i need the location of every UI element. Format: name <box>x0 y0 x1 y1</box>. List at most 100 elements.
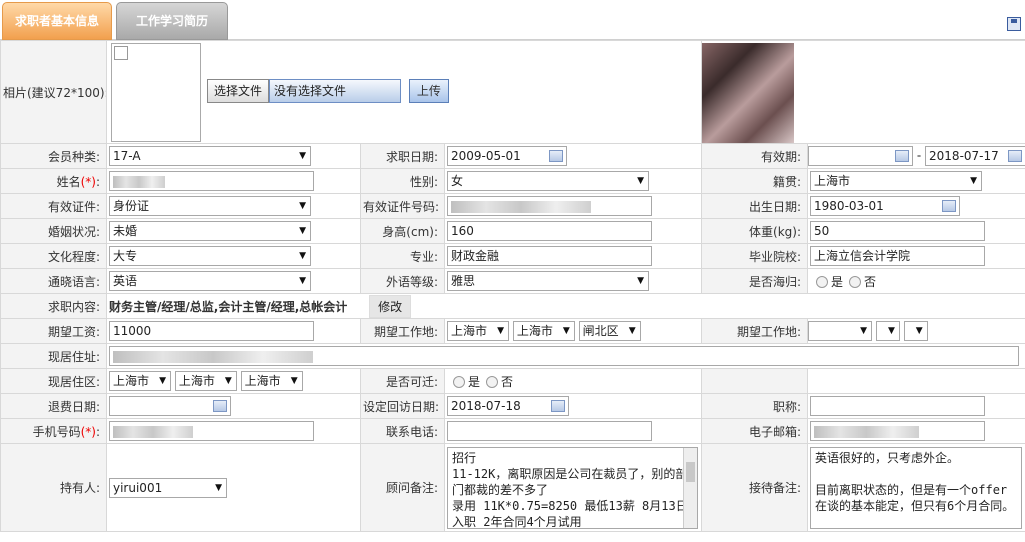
callback-date-input[interactable]: 2018-07-18 <box>447 396 569 416</box>
work-city-select[interactable]: 上海市 ▼ <box>512 321 575 341</box>
work-place1-label: 期望工作地: <box>360 318 445 344</box>
id-no-input[interactable] <box>447 196 652 216</box>
job-date-input[interactable]: 2009-05-01 <box>447 146 567 166</box>
reception-note-line <box>815 466 1017 482</box>
callback-date-value: 2018-07-18 <box>451 399 521 413</box>
calendar-icon[interactable] <box>551 400 565 412</box>
valid-start-input[interactable] <box>808 146 914 166</box>
reception-note-textarea[interactable]: 英语很好的，只考虑外企。目前离职状态的，但是有一个offer在谈的基本能定，但只… <box>810 446 1023 529</box>
chevron-down-icon: ▼ <box>290 376 298 386</box>
id-type-select[interactable]: 身份证 ▼ <box>109 196 311 216</box>
address-input[interactable] <box>109 346 1019 366</box>
native-label: 籍贯: <box>701 168 809 194</box>
candidate-form: 相片(建议72*100): 选择文件 没有选择文件 上传 会员种类: 17-A ▼ … <box>0 40 1025 532</box>
relocate-yes-radio[interactable] <box>453 376 465 388</box>
salary-input[interactable]: 11000 <box>109 321 314 341</box>
title-input[interactable] <box>810 396 986 416</box>
photo-cell: 选择文件 没有选择文件 上传 <box>105 40 703 144</box>
native-value: 上海市 <box>814 174 851 188</box>
id-no-label: 有效证件号码: <box>360 193 445 219</box>
calendar-icon[interactable] <box>1008 150 1023 162</box>
valid-end-value: 2018-07-17 <box>929 149 999 163</box>
holder-select[interactable]: yirui001 ▼ <box>109 477 227 498</box>
photo-preview <box>111 43 201 142</box>
reception-note-line: 英语很好的，只考虑外企。 <box>815 450 960 465</box>
valid-end-input[interactable]: 2018-07-17 <box>925 146 1025 166</box>
title-label: 职称: <box>701 393 809 419</box>
photo-label: 相片(建议72*100): <box>0 40 107 144</box>
advisor-note-textarea[interactable]: 招行 11-12K，离职原因是公司在裁员了，别的部门都裁的差不多了 录用 11K*0… <box>447 446 698 529</box>
live-city-select[interactable]: 上海市 ▼ <box>174 371 237 391</box>
live-district-select[interactable]: 上海市 ▼ <box>240 371 303 391</box>
lang-level-select[interactable]: 雅思 ▼ <box>447 271 649 291</box>
weight-input[interactable]: 50 <box>810 221 986 241</box>
email-input[interactable] <box>810 421 986 441</box>
reception-note-line: 目前离职状态的，但是有一个offer在谈的基本能定，但只有6个月合同。 <box>815 482 1015 513</box>
chevron-down-icon: ▼ <box>637 176 644 186</box>
marital-value: 未婚 <box>113 224 138 238</box>
language-select[interactable]: 英语 ▼ <box>109 271 311 291</box>
job-date-label: 求职日期: <box>360 143 445 169</box>
current-photo-cell <box>701 40 1025 144</box>
calendar-icon[interactable] <box>549 150 563 162</box>
advisor-note-line: 录用 11K*0.75=8250 最低13薪 8月13日入职 2年合同4个月试用 <box>452 498 688 529</box>
school-input[interactable]: 上海立信会计学院 <box>810 246 986 266</box>
work2-province-select[interactable]: ▼ <box>808 321 873 341</box>
choose-file-button[interactable]: 选择文件 <box>207 79 270 103</box>
redacted-email <box>814 425 920 438</box>
relocate-no-radio[interactable] <box>486 376 499 388</box>
name-input[interactable] <box>109 171 314 191</box>
callback-date-label: 设定回访日期: <box>360 393 445 419</box>
birth-input[interactable]: 1980-03-01 <box>810 196 961 216</box>
height-input[interactable]: 160 <box>447 221 652 241</box>
upload-button[interactable]: 上传 <box>408 79 449 103</box>
major-input[interactable]: 财政金融 <box>447 246 652 266</box>
gender-select[interactable]: 女 ▼ <box>447 171 649 191</box>
save-icon[interactable] <box>1007 17 1021 31</box>
member-type-label: 会员种类: <box>0 143 107 169</box>
phone-label: 联系电话: <box>360 418 445 444</box>
marital-select[interactable]: 未婚 ▼ <box>109 221 311 241</box>
live-area-label: 现居住区: <box>0 368 107 394</box>
overseas-no-label: 否 <box>864 274 877 289</box>
scrollbar[interactable] <box>683 447 697 528</box>
birth-value: 1980-03-01 <box>814 199 884 213</box>
marital-label: 婚姻状况: <box>0 218 107 244</box>
calendar-icon[interactable] <box>942 200 957 212</box>
chevron-down-icon: ▼ <box>299 226 306 236</box>
tab-basic-info[interactable]: 求职者基本信息 <box>2 2 112 40</box>
address-label: 现居住址: <box>0 343 107 369</box>
member-type-select[interactable]: 17-A ▼ <box>109 146 311 166</box>
work-province-select[interactable]: 上海市 ▼ <box>447 321 509 341</box>
broken-image-icon <box>114 46 128 60</box>
live-province-select[interactable]: 上海市 ▼ <box>109 371 171 391</box>
education-select[interactable]: 大专 ▼ <box>109 246 311 266</box>
id-type-value: 身份证 <box>113 199 150 213</box>
chevron-down-icon: ▼ <box>299 251 306 261</box>
height-label: 身高(cm): <box>360 218 445 244</box>
tab-resume[interactable]: 工作学习简历 <box>116 2 228 40</box>
mobile-label-text: 手机号码 <box>32 424 81 439</box>
job-content-value: 财务主管/经理/总监,会计主管/经理,总帐会计 <box>109 299 348 314</box>
chevron-down-icon: ▼ <box>637 276 644 286</box>
calendar-icon[interactable] <box>895 150 910 162</box>
overseas-yes-radio[interactable] <box>816 276 829 288</box>
redacted-address <box>113 350 313 363</box>
edit-job-content-button[interactable]: 修改 <box>369 294 412 318</box>
education-value: 大专 <box>113 249 138 263</box>
native-select[interactable]: 上海市 ▼ <box>810 171 983 191</box>
tab-bar: 求职者基本信息 工作学习简历 <box>0 0 1025 40</box>
redacted-name <box>113 175 165 188</box>
work2-district-select[interactable]: ▼ <box>903 321 928 341</box>
valid-period-label: 有效期: <box>701 143 809 169</box>
work2-city-select[interactable]: ▼ <box>875 321 900 341</box>
work-district-select[interactable]: 闸北区 ▼ <box>578 321 641 341</box>
live-city-value: 上海市 <box>178 374 215 388</box>
refund-date-input[interactable] <box>109 396 231 416</box>
mobile-input[interactable] <box>109 421 314 441</box>
job-content-label: 求职内容: <box>0 293 107 319</box>
phone-input[interactable] <box>447 421 652 441</box>
advisor-note-line: 11-12K，离职原因是公司在裁员了，别的部门都裁的差不多了 <box>452 466 688 497</box>
overseas-no-radio[interactable] <box>849 276 862 288</box>
calendar-icon[interactable] <box>213 400 227 412</box>
